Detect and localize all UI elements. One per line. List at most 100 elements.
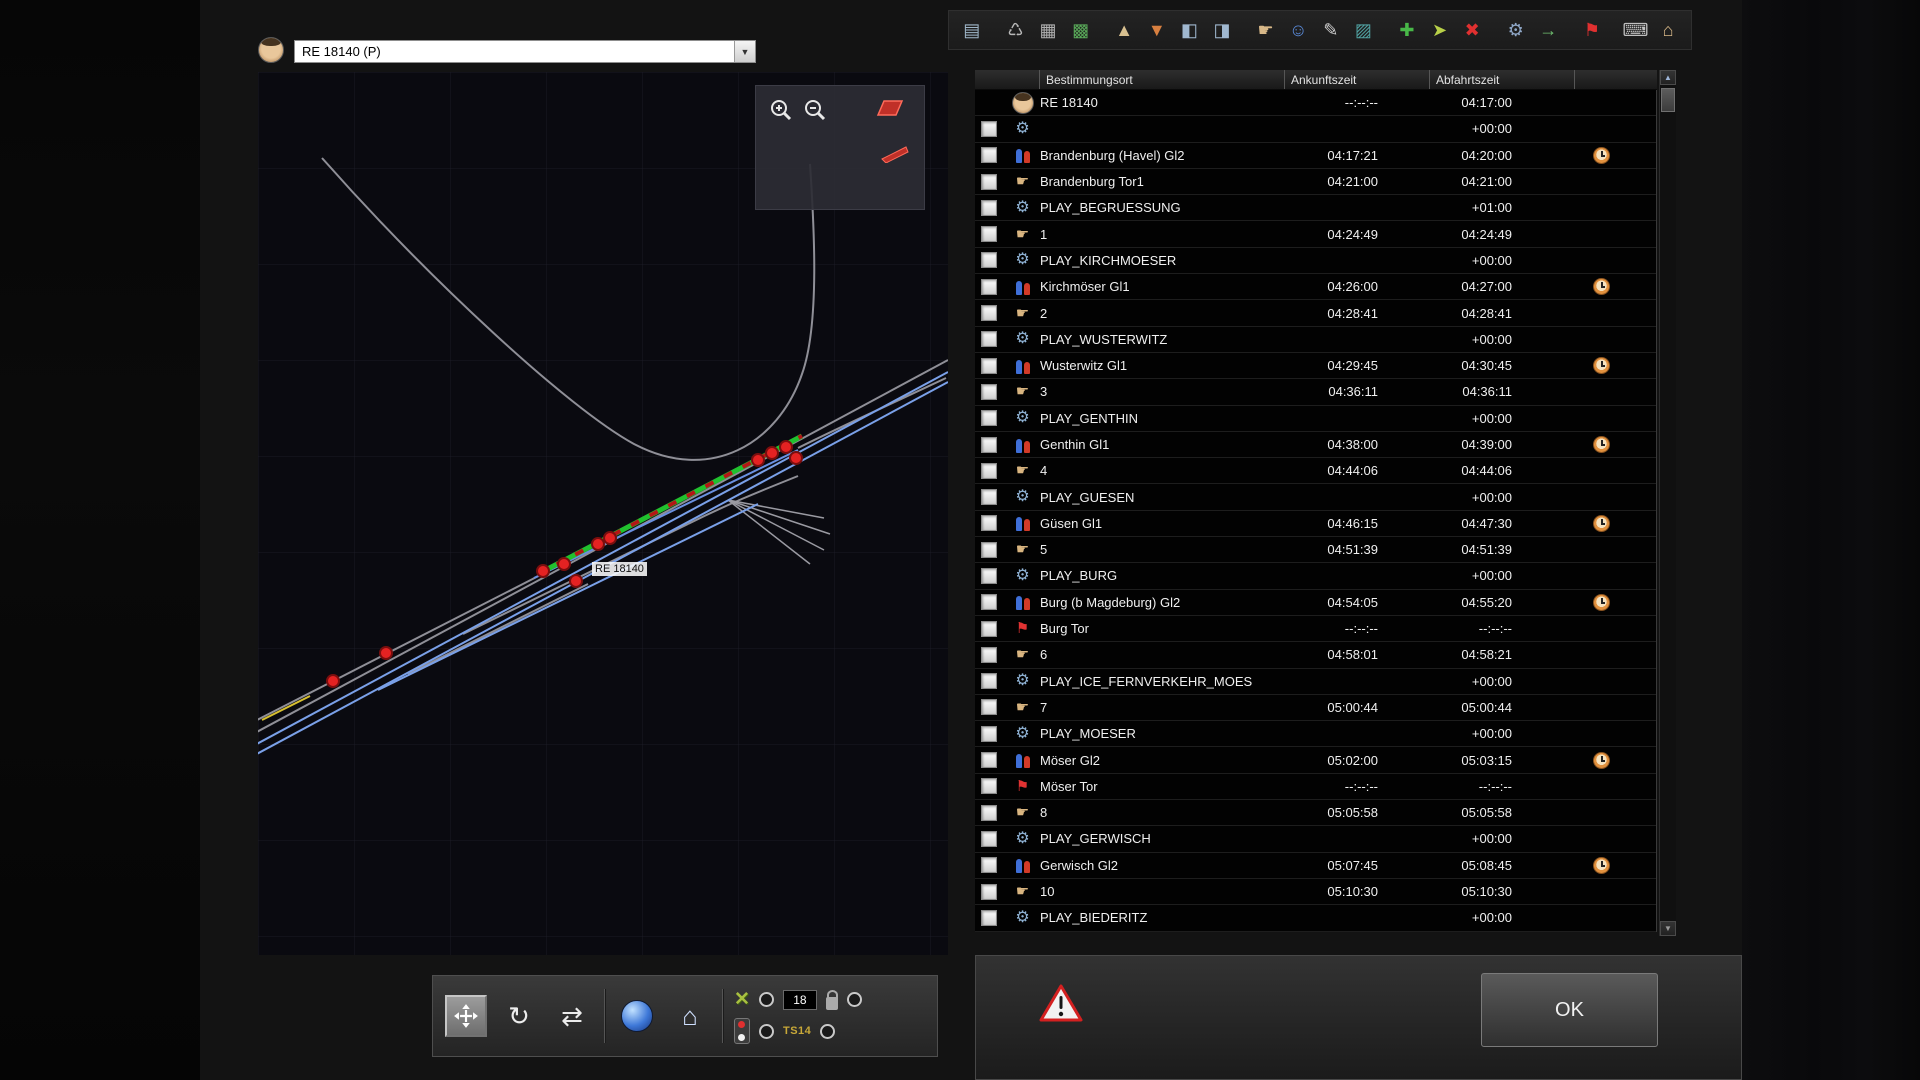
row-checkbox[interactable]	[981, 621, 997, 637]
table-row[interactable]: ⚙PLAY_KIRCHMOESER+00:00	[975, 248, 1656, 274]
toolbar-passenger-button[interactable]: ☺	[1283, 15, 1313, 46]
table-row[interactable]: ☛805:05:5805:05:58	[975, 800, 1656, 826]
track-map[interactable]: RE 18140	[258, 72, 948, 955]
zoom-out-button[interactable]	[800, 96, 830, 124]
row-checkbox[interactable]	[981, 252, 997, 268]
row-checkbox[interactable]	[981, 752, 997, 768]
track-number-field[interactable]: 18	[783, 990, 817, 1010]
row-checkbox[interactable]	[981, 857, 997, 873]
ok-button[interactable]: OK	[1481, 973, 1658, 1047]
table-row[interactable]: ☛404:44:0604:44:06	[975, 458, 1656, 484]
table-row[interactable]: Brandenburg (Havel) Gl204:17:2104:20:00	[975, 143, 1656, 169]
row-checkbox[interactable]	[981, 699, 997, 715]
toolbar-pattern-grid-button[interactable]: ▨	[1349, 15, 1379, 46]
table-row[interactable]: ☛204:28:4104:28:41	[975, 300, 1656, 326]
table-row[interactable]: ⚙PLAY_BIEDERITZ+00:00	[975, 905, 1656, 931]
table-row[interactable]: ⚙PLAY_GENTHIN+00:00	[975, 406, 1656, 432]
toolbar-edit-timetable-button[interactable]: ✎	[1316, 15, 1346, 46]
row-checkbox[interactable]	[981, 226, 997, 242]
table-row[interactable]: ⚙PLAY_GUESEN+00:00	[975, 484, 1656, 510]
row-checkbox[interactable]	[981, 174, 997, 190]
row-checkbox[interactable]	[981, 489, 997, 505]
table-row[interactable]: Genthin Gl104:38:0004:39:00	[975, 432, 1656, 458]
toolbar-table-small-button[interactable]: ▦	[1033, 15, 1063, 46]
toolbar-export-button[interactable]: →	[1534, 15, 1564, 46]
toolbar-insert-row-after-button[interactable]: ➤	[1425, 15, 1455, 46]
row-checkbox[interactable]	[981, 884, 997, 900]
row-checkbox[interactable]	[981, 437, 997, 453]
pan-tool-button[interactable]	[445, 995, 487, 1037]
crossing-radio[interactable]	[759, 992, 774, 1007]
toolbar-move-up-button[interactable]: ▲	[1109, 15, 1139, 46]
table-row[interactable]: ⚙PLAY_WUSTERWITZ+00:00	[975, 327, 1656, 353]
toolbar-timetable-settings-button[interactable]: ⚙	[1501, 15, 1531, 46]
toolbar-delete-row-button[interactable]: ✖	[1457, 15, 1487, 46]
signal-radio[interactable]	[759, 1024, 774, 1039]
chevron-down-icon[interactable]: ▼	[734, 41, 755, 62]
table-row[interactable]: ⚙PLAY_MOESER+00:00	[975, 721, 1656, 747]
row-checkbox[interactable]	[981, 910, 997, 926]
row-checkbox[interactable]	[981, 121, 997, 137]
toolbar-delete-button[interactable]: ♺	[1001, 15, 1031, 46]
rotate-tool-button[interactable]: ↻	[498, 995, 540, 1037]
row-checkbox[interactable]	[981, 358, 997, 374]
toolbar-insert-row-before-button[interactable]: ✚	[1392, 15, 1422, 46]
gradient-tool-button[interactable]	[880, 138, 910, 166]
table-row[interactable]: RE 18140--:--:--04:17:00	[975, 90, 1656, 116]
toolbar-split-view-right-button[interactable]: ◨	[1207, 15, 1237, 46]
table-row[interactable]: ☛104:24:4904:24:49	[975, 221, 1656, 247]
track-edit-tool-button[interactable]	[876, 94, 906, 122]
table-row[interactable]: ☛504:51:3904:51:39	[975, 537, 1656, 563]
row-checkbox[interactable]	[981, 568, 997, 584]
timetable-scrollbar[interactable]: ▲ ▼	[1659, 70, 1676, 936]
row-checkbox[interactable]	[981, 384, 997, 400]
toolbar-flag-tool-button[interactable]: ⚑	[1577, 15, 1607, 46]
map-layers-button[interactable]	[616, 995, 658, 1037]
table-row[interactable]: ☛705:00:4405:00:44	[975, 695, 1656, 721]
train-selector[interactable]: RE 18140 (P) ▼	[294, 40, 756, 63]
row-checkbox[interactable]	[981, 831, 997, 847]
row-checkbox[interactable]	[981, 279, 997, 295]
jump-tool-button[interactable]: ⇄	[551, 995, 593, 1037]
scroll-down-button[interactable]: ▼	[1660, 921, 1676, 936]
row-checkbox[interactable]	[981, 410, 997, 426]
scroll-up-button[interactable]: ▲	[1660, 70, 1676, 85]
table-row[interactable]: ⚙PLAY_BEGRUESSUNG+01:00	[975, 195, 1656, 221]
table-row[interactable]: ⚙PLAY_ICE_FERNVERKEHR_MOES+00:00	[975, 669, 1656, 695]
ts-radio[interactable]	[820, 1024, 835, 1039]
toolbar-split-view-left-button[interactable]: ◧	[1175, 15, 1205, 46]
table-row[interactable]: Wusterwitz Gl104:29:4504:30:45	[975, 353, 1656, 379]
scrollbar-thumb[interactable]	[1661, 88, 1675, 112]
lock-radio[interactable]	[847, 992, 862, 1007]
row-checkbox[interactable]	[981, 200, 997, 216]
row-checkbox[interactable]	[981, 726, 997, 742]
table-row[interactable]: ☛604:58:0104:58:21	[975, 642, 1656, 668]
row-checkbox[interactable]	[981, 331, 997, 347]
toolbar-save-button[interactable]: ▤	[957, 15, 987, 46]
row-checkbox[interactable]	[981, 515, 997, 531]
table-row[interactable]: ⚑Möser Tor--:--:----:--:--	[975, 774, 1656, 800]
row-checkbox[interactable]	[981, 463, 997, 479]
table-row[interactable]: Gerwisch Gl205:07:4505:08:45	[975, 853, 1656, 879]
table-row[interactable]: Möser Gl205:02:0005:03:15	[975, 747, 1656, 773]
table-row[interactable]: ⚙+00:00	[975, 116, 1656, 142]
toolbar-table-large-button[interactable]: ▩	[1066, 15, 1096, 46]
home-view-button[interactable]: ⌂	[669, 995, 711, 1037]
row-checkbox[interactable]	[981, 305, 997, 321]
toolbar-select-hand-button[interactable]: ☛	[1251, 15, 1281, 46]
row-checkbox[interactable]	[981, 673, 997, 689]
zoom-in-button[interactable]	[766, 96, 796, 124]
row-checkbox[interactable]	[981, 147, 997, 163]
row-checkbox[interactable]	[981, 594, 997, 610]
table-row[interactable]: ⚙PLAY_GERWISCH+00:00	[975, 826, 1656, 852]
row-checkbox[interactable]	[981, 647, 997, 663]
row-checkbox[interactable]	[981, 805, 997, 821]
table-row[interactable]: Kirchmöser Gl104:26:0004:27:00	[975, 274, 1656, 300]
table-row[interactable]: Burg (b Magdeburg) Gl204:54:0504:55:20	[975, 590, 1656, 616]
toolbar-depot-button[interactable]: ⌂	[1653, 15, 1683, 46]
table-row[interactable]: ☛1005:10:3005:10:30	[975, 879, 1656, 905]
table-row[interactable]: Güsen Gl104:46:1504:47:30	[975, 511, 1656, 537]
row-checkbox[interactable]	[981, 542, 997, 558]
toolbar-keypad-button[interactable]: ⌨	[1621, 15, 1651, 46]
table-row[interactable]: ☛Brandenburg Tor104:21:0004:21:00	[975, 169, 1656, 195]
